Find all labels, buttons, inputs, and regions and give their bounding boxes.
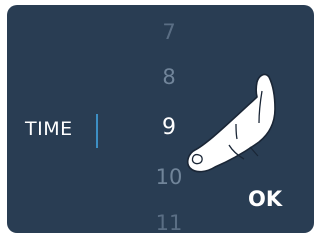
time-setting-screen: TIME 7 8 9 10 11 OK [7, 5, 314, 233]
tapping-hand-icon [187, 73, 276, 173]
